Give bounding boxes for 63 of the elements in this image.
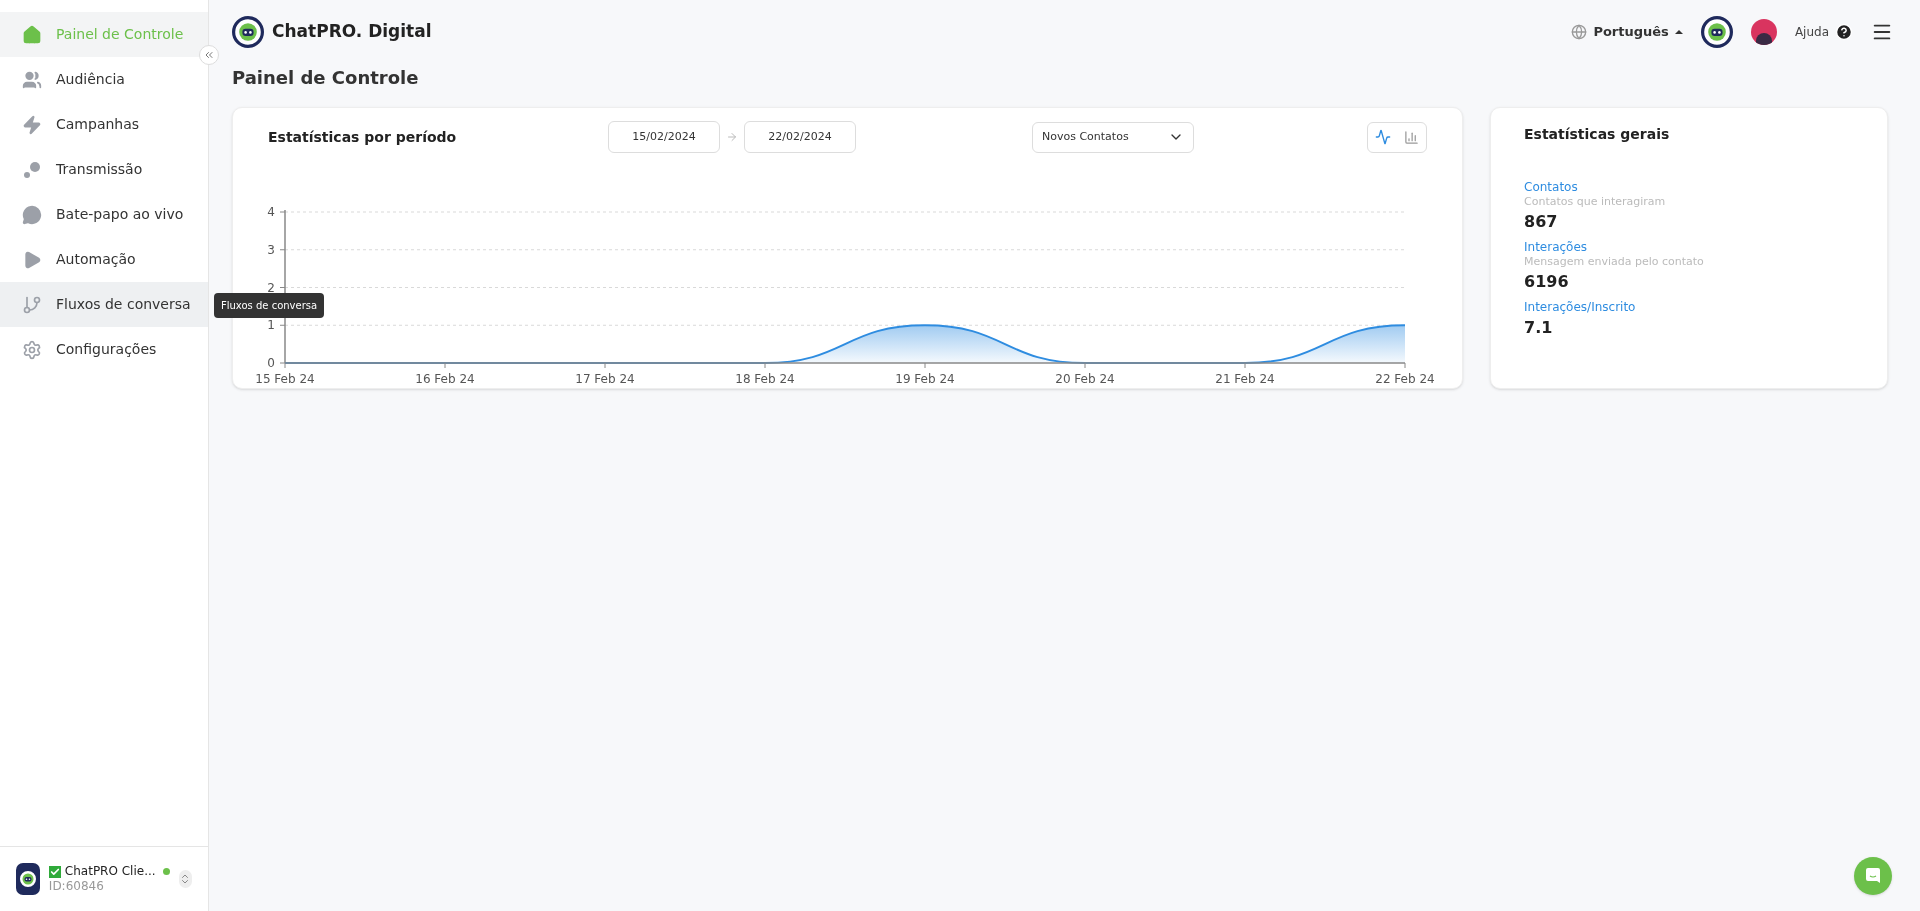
sidebar-item[interactable]: Campanhas — [0, 102, 208, 147]
account-name: ChatPRO Clie... — [64, 864, 156, 879]
date-field[interactable]: 22/02/2024 — [744, 121, 856, 153]
axis-tick-label: 22 Feb 24 — [1375, 372, 1435, 386]
axis-tick-label: 0 — [267, 356, 275, 370]
caret-icon — [1674, 30, 1683, 34]
brand-logo — [232, 16, 264, 48]
stat-value: 7.1 — [1524, 317, 1554, 338]
tooltip: Fluxos de conversa — [214, 293, 325, 318]
sidebar-item[interactable]: Transmissão — [0, 147, 208, 192]
bolt-icon — [22, 114, 42, 135]
globe-icon — [1571, 24, 1588, 40]
sidebar-item[interactable]: Configurações — [0, 327, 208, 372]
users-icon — [22, 69, 42, 90]
bar-chart-icon[interactable] — [1404, 129, 1420, 145]
stat-value: 6196 — [1524, 271, 1570, 292]
card-title: Estatísticas gerais — [1524, 124, 1671, 144]
line-chart-icon[interactable] — [1374, 129, 1391, 145]
chat-launcher[interactable] — [1854, 857, 1892, 895]
collapse-button[interactable] — [199, 45, 219, 65]
settings-icon — [22, 339, 42, 360]
account-id: ID:60846 — [48, 879, 105, 894]
axis-tick-label: 4 — [267, 205, 275, 219]
sidebar-item[interactable]: Automação — [0, 237, 208, 282]
sidebar-item[interactable]: Fluxos de conversa — [0, 282, 208, 327]
language-selector[interactable]: Português — [1571, 22, 1683, 42]
dots-icon — [22, 159, 42, 180]
metric-select[interactable]: Novos Contatos — [1032, 121, 1194, 153]
help-icon — [1835, 23, 1853, 41]
stat-label: Interações — [1524, 239, 1589, 255]
axis-tick-label: 18 Feb 24 — [735, 372, 795, 386]
branch-icon — [22, 294, 42, 315]
help-button[interactable]: Ajuda — [1794, 23, 1853, 41]
home-icon — [22, 24, 42, 45]
stat-label: Interações/Inscrito — [1524, 299, 1637, 315]
chat-bubble-icon — [22, 204, 42, 225]
brand-name: ChatPRO. Digital — [272, 20, 432, 44]
account-switch-button[interactable] — [178, 870, 192, 888]
axis-tick-label: 20 Feb 24 — [1055, 372, 1115, 386]
stat-description: Contatos que interagiram — [1524, 195, 1667, 209]
play-icon — [22, 249, 42, 270]
card-title: Estatísticas por período — [268, 127, 458, 147]
date-field[interactable]: 15/02/2024 — [608, 121, 720, 153]
sidebar-item[interactable]: Bate-papo ao vivo — [0, 192, 208, 237]
user-avatar[interactable] — [1750, 19, 1777, 45]
axis-tick-label: 1 — [267, 318, 275, 333]
arrow-icon — [726, 131, 738, 143]
axis-tick-label: 15 Feb 24 — [255, 372, 315, 386]
axis-tick-label: 16 Feb 24 — [415, 372, 475, 386]
axis-tick-label: 19 Feb 24 — [895, 372, 955, 386]
bot-avatar — [1700, 16, 1733, 48]
sidebar-item[interactable]: Audiência — [0, 57, 208, 102]
collapse-icon — [203, 49, 215, 61]
stat-label: Contatos — [1524, 180, 1579, 195]
view-toggle[interactable] — [1367, 121, 1427, 153]
chat-icon — [1864, 867, 1882, 885]
axis-tick-label: 2 — [267, 280, 275, 295]
stat-value: 867 — [1524, 211, 1559, 232]
axis-tick-label: 17 Feb 24 — [575, 372, 635, 386]
stat-description: Mensagem enviada pelo contato — [1524, 254, 1705, 269]
page-title: Painel de Controle — [232, 66, 420, 90]
axis-tick-label: 21 Feb 24 — [1215, 372, 1275, 386]
axis-tick-label: 3 — [267, 242, 275, 257]
